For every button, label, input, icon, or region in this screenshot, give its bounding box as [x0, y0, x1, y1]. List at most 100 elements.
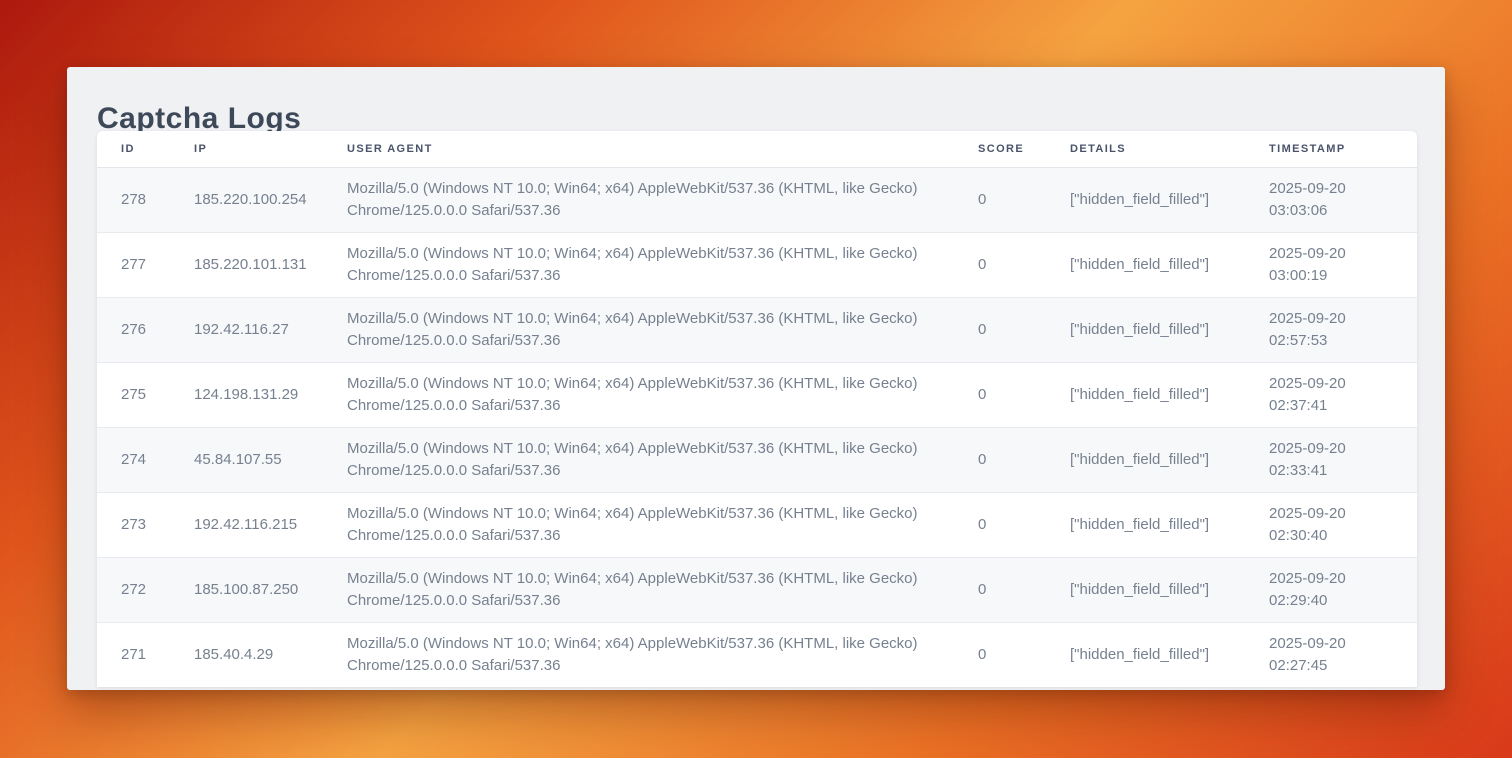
cell-score: 0 — [978, 558, 1070, 623]
cell-id: 275 — [97, 363, 194, 428]
cell-ip: 45.84.107.55 — [194, 428, 347, 493]
cell-user_agent: Mozilla/5.0 (Windows NT 10.0; Win64; x64… — [347, 233, 978, 298]
cell-ip: 124.198.131.29 — [194, 363, 347, 428]
cell-user_agent-text: Mozilla/5.0 (Windows NT 10.0; Win64; x64… — [347, 373, 943, 417]
cell-user_agent: Mozilla/5.0 (Windows NT 10.0; Win64; x64… — [347, 558, 978, 623]
table-body: 278185.220.100.254Mozilla/5.0 (Windows N… — [97, 168, 1417, 688]
cell-score: 0 — [978, 233, 1070, 298]
cell-details: ["hidden_field_filled"] — [1070, 298, 1269, 363]
cell-score-text: 0 — [978, 514, 1070, 536]
cell-timestamp: 2025-09-20 02:27:45 — [1269, 623, 1417, 688]
cell-id-text: 274 — [121, 449, 194, 471]
cell-score: 0 — [978, 298, 1070, 363]
logs-table-container: ID IP USER AGENT SCORE DETAILS TIMESTAMP… — [97, 131, 1417, 687]
cell-score: 0 — [978, 428, 1070, 493]
cell-id-text: 277 — [121, 254, 194, 276]
cell-score-text: 0 — [978, 449, 1070, 471]
table-row: 27445.84.107.55Mozilla/5.0 (Windows NT 1… — [97, 428, 1417, 493]
cell-details-text: ["hidden_field_filled"] — [1070, 189, 1269, 211]
cell-timestamp-text: 2025-09-20 02:29:40 — [1269, 568, 1397, 612]
cell-user_agent: Mozilla/5.0 (Windows NT 10.0; Win64; x64… — [347, 363, 978, 428]
cell-id: 271 — [97, 623, 194, 688]
cell-score-text: 0 — [978, 189, 1070, 211]
cell-score: 0 — [978, 168, 1070, 233]
cell-score-text: 0 — [978, 644, 1070, 666]
cell-ip-text: 185.220.100.254 — [194, 189, 347, 211]
cell-details: ["hidden_field_filled"] — [1070, 623, 1269, 688]
cell-details-text: ["hidden_field_filled"] — [1070, 644, 1269, 666]
cell-timestamp: 2025-09-20 02:30:40 — [1269, 493, 1417, 558]
column-header-score: SCORE — [978, 131, 1070, 168]
cell-id-text: 272 — [121, 579, 194, 601]
cell-id: 278 — [97, 168, 194, 233]
cell-ip-text: 185.220.101.131 — [194, 254, 347, 276]
table-row: 273192.42.116.215Mozilla/5.0 (Windows NT… — [97, 493, 1417, 558]
cell-details-text: ["hidden_field_filled"] — [1070, 579, 1269, 601]
cell-user_agent-text: Mozilla/5.0 (Windows NT 10.0; Win64; x64… — [347, 178, 943, 222]
cell-id-text: 276 — [121, 319, 194, 341]
cell-ip-text: 124.198.131.29 — [194, 384, 347, 406]
cell-ip: 185.100.87.250 — [194, 558, 347, 623]
cell-id-text: 275 — [121, 384, 194, 406]
cell-timestamp: 2025-09-20 02:57:53 — [1269, 298, 1417, 363]
cell-id: 276 — [97, 298, 194, 363]
table-row: 277185.220.101.131Mozilla/5.0 (Windows N… — [97, 233, 1417, 298]
cell-user_agent: Mozilla/5.0 (Windows NT 10.0; Win64; x64… — [347, 298, 978, 363]
captcha-logs-card: Captcha Logs ID IP USER AGENT SCORE DETA… — [67, 67, 1445, 690]
cell-timestamp-text: 2025-09-20 02:57:53 — [1269, 308, 1397, 352]
column-header-ip: IP — [194, 131, 347, 168]
cell-details-text: ["hidden_field_filled"] — [1070, 514, 1269, 536]
cell-ip: 185.40.4.29 — [194, 623, 347, 688]
cell-user_agent-text: Mozilla/5.0 (Windows NT 10.0; Win64; x64… — [347, 308, 943, 352]
cell-user_agent: Mozilla/5.0 (Windows NT 10.0; Win64; x64… — [347, 168, 978, 233]
cell-score-text: 0 — [978, 384, 1070, 406]
cell-score: 0 — [978, 493, 1070, 558]
cell-id: 272 — [97, 558, 194, 623]
column-header-id: ID — [97, 131, 194, 168]
cell-timestamp: 2025-09-20 02:29:40 — [1269, 558, 1417, 623]
cell-user_agent-text: Mozilla/5.0 (Windows NT 10.0; Win64; x64… — [347, 438, 943, 482]
cell-id-text: 278 — [121, 189, 194, 211]
cell-details-text: ["hidden_field_filled"] — [1070, 449, 1269, 471]
cell-score-text: 0 — [978, 579, 1070, 601]
cell-timestamp: 2025-09-20 02:37:41 — [1269, 363, 1417, 428]
cell-timestamp: 2025-09-20 03:00:19 — [1269, 233, 1417, 298]
cell-timestamp-text: 2025-09-20 03:00:19 — [1269, 243, 1397, 287]
cell-user_agent: Mozilla/5.0 (Windows NT 10.0; Win64; x64… — [347, 623, 978, 688]
cell-ip-text: 192.42.116.27 — [194, 319, 347, 341]
cell-details: ["hidden_field_filled"] — [1070, 363, 1269, 428]
cell-id: 274 — [97, 428, 194, 493]
table-row: 278185.220.100.254Mozilla/5.0 (Windows N… — [97, 168, 1417, 233]
cell-timestamp-text: 2025-09-20 02:27:45 — [1269, 633, 1397, 677]
cell-details: ["hidden_field_filled"] — [1070, 558, 1269, 623]
cell-details-text: ["hidden_field_filled"] — [1070, 254, 1269, 276]
table-header-row: ID IP USER AGENT SCORE DETAILS TIMESTAMP — [97, 131, 1417, 168]
column-header-user-agent: USER AGENT — [347, 131, 978, 168]
logs-table: ID IP USER AGENT SCORE DETAILS TIMESTAMP… — [97, 131, 1417, 687]
cell-details-text: ["hidden_field_filled"] — [1070, 384, 1269, 406]
cell-details: ["hidden_field_filled"] — [1070, 493, 1269, 558]
cell-ip: 185.220.100.254 — [194, 168, 347, 233]
column-header-details: DETAILS — [1070, 131, 1269, 168]
table-row: 275124.198.131.29Mozilla/5.0 (Windows NT… — [97, 363, 1417, 428]
cell-details: ["hidden_field_filled"] — [1070, 168, 1269, 233]
cell-score-text: 0 — [978, 319, 1070, 341]
cell-user_agent-text: Mozilla/5.0 (Windows NT 10.0; Win64; x64… — [347, 568, 943, 612]
cell-id-text: 271 — [121, 644, 194, 666]
cell-id: 277 — [97, 233, 194, 298]
cell-timestamp: 2025-09-20 02:33:41 — [1269, 428, 1417, 493]
cell-user_agent-text: Mozilla/5.0 (Windows NT 10.0; Win64; x64… — [347, 633, 943, 677]
cell-score: 0 — [978, 363, 1070, 428]
cell-score: 0 — [978, 623, 1070, 688]
cell-ip-text: 192.42.116.215 — [194, 514, 347, 536]
cell-details-text: ["hidden_field_filled"] — [1070, 319, 1269, 341]
cell-ip: 185.220.101.131 — [194, 233, 347, 298]
cell-user_agent-text: Mozilla/5.0 (Windows NT 10.0; Win64; x64… — [347, 503, 943, 547]
cell-user_agent: Mozilla/5.0 (Windows NT 10.0; Win64; x64… — [347, 428, 978, 493]
cell-timestamp: 2025-09-20 03:03:06 — [1269, 168, 1417, 233]
cell-details: ["hidden_field_filled"] — [1070, 233, 1269, 298]
table-row: 272185.100.87.250Mozilla/5.0 (Windows NT… — [97, 558, 1417, 623]
cell-user_agent-text: Mozilla/5.0 (Windows NT 10.0; Win64; x64… — [347, 243, 943, 287]
cell-id-text: 273 — [121, 514, 194, 536]
cell-ip: 192.42.116.27 — [194, 298, 347, 363]
